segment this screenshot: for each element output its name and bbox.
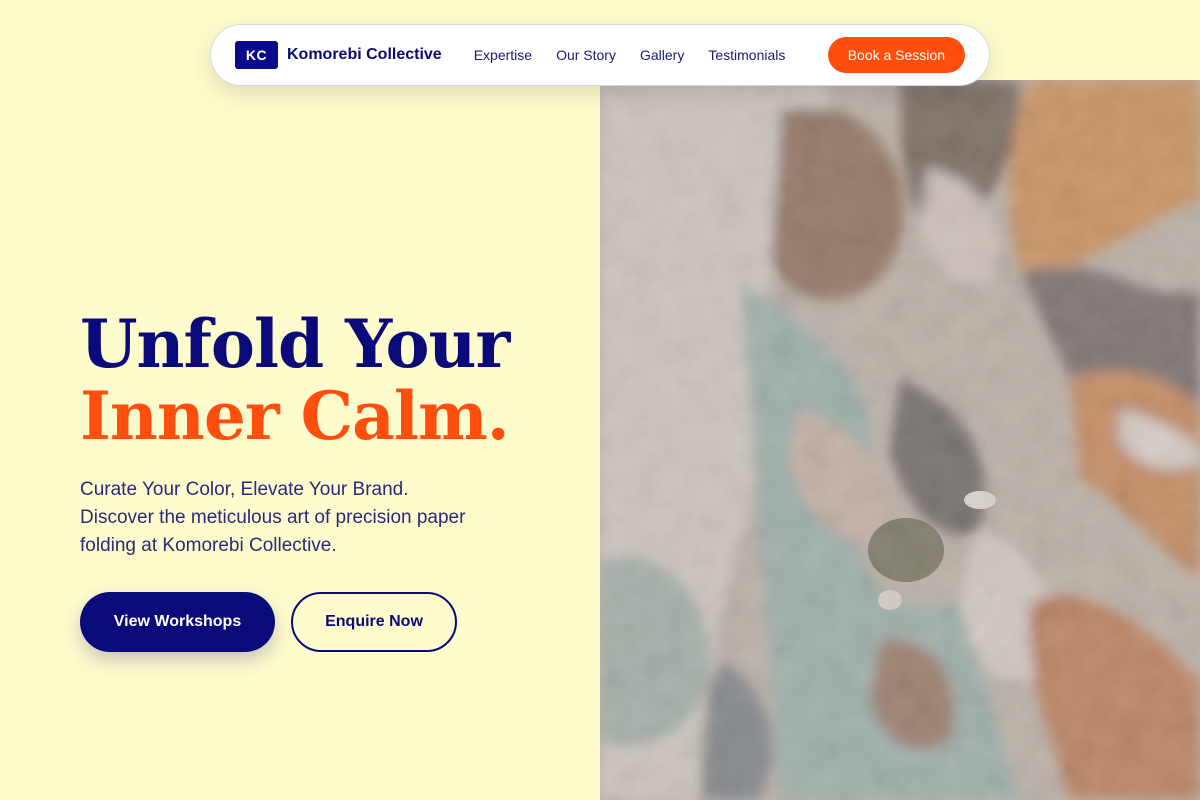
nav-link-expertise[interactable]: Expertise [474, 47, 532, 63]
enquire-now-button[interactable]: Enquire Now [291, 592, 457, 652]
landing-page: KC Komorebi Collective Expertise Our Sto… [0, 0, 1200, 800]
book-session-button[interactable]: Book a Session [827, 37, 965, 73]
subtitle-line-1: Curate Your Color, Elevate Your Brand. [80, 479, 409, 500]
view-workshops-button[interactable]: View Workshops [80, 592, 275, 652]
brand-name[interactable]: Komorebi Collective [287, 46, 442, 64]
hero-painting-image [600, 80, 1200, 800]
nav-links: Expertise Our Story Gallery Testimonials [474, 47, 786, 63]
top-navigation: KC Komorebi Collective Expertise Our Sto… [210, 24, 990, 86]
nav-link-testimonials[interactable]: Testimonials [708, 47, 785, 63]
nav-link-our-story[interactable]: Our Story [556, 47, 616, 63]
hero-headline: Unfold Your Inner Calm. [80, 305, 510, 455]
subtitle-line-2: Discover the meticulous art of precision… [80, 507, 466, 528]
headline-line-2: Inner Calm. [80, 377, 510, 455]
subtitle-line-3: folding at Komorebi Collective. [80, 535, 337, 556]
hero-subtitle: Curate Your Color, Elevate Your Brand. D… [80, 476, 540, 560]
abstract-paint-texture-icon [600, 80, 1200, 800]
headline-line-1: Unfold Your [80, 305, 510, 383]
nav-link-gallery[interactable]: Gallery [640, 47, 684, 63]
logo-badge[interactable]: KC [235, 41, 278, 69]
